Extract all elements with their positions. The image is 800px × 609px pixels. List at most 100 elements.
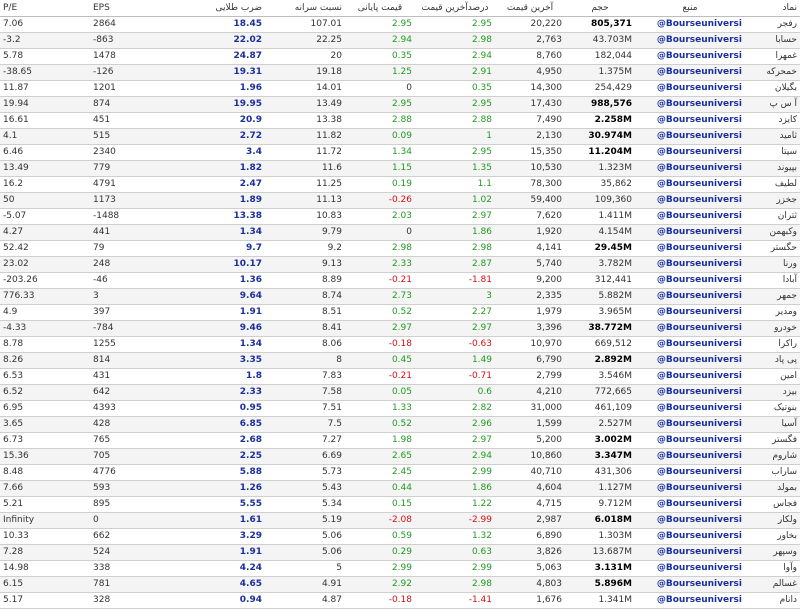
table-row[interactable]: 14.98 338 4.24 5 2.99 2.99 5,063 3.131M @Bourseu… (0, 560, 800, 577)
table-row[interactable]: 10.33 662 3.29 5.06 0.59 1.32 6,890 1.303M @Bour… (0, 528, 800, 545)
table-row[interactable]: 7.66 593 1.26 5.43 0.44 1.86 4,604 1.127M @Bours… (0, 480, 800, 497)
table-row[interactable]: 6.95 4393 0.95 7.51 1.33 2.82 31,000 461,109 @Bo… (0, 400, 800, 417)
cell-closing-price: 2.99 (345, 560, 415, 577)
cell-source: @Bourseuniversi (635, 352, 745, 369)
table-row[interactable]: 13.49 779 1.82 11.6 1.15 1.35 10,530 1.323M @Bou… (0, 160, 800, 177)
cell-closing-price: 0 (345, 80, 415, 97)
table-row[interactable]: 5.21 895 5.55 5.34 0.15 1.22 4,715 9.712M @Bours… (0, 496, 800, 513)
cell-source: @Bourseuniversi (635, 192, 745, 209)
cell-last-price-percent: 2.95 (415, 144, 495, 161)
table-row[interactable]: 19.94 874 19.95 13.49 2.95 2.95 17,430 988,576 @… (0, 96, 800, 113)
cell-last-price-percent: 2.98 (415, 240, 495, 257)
cell-pe: 8.48 (0, 464, 90, 481)
header-last-price[interactable]: آخرین قیمت (495, 0, 565, 17)
table-row[interactable]: Infinity 0 1.61 5.19 -2.08 -2.99 2,987 6.018M @B… (0, 512, 800, 529)
table-row[interactable]: 8.78 1255 1.34 8.06 -0.18 -0.63 10,970 669,512 @… (0, 336, 800, 353)
table-row[interactable]: -38.65 -126 19.31 19.18 1.25 2.91 4,950 1.375M @… (0, 64, 800, 81)
cell-symbol: آ س پ (745, 96, 800, 113)
table-row[interactable]: 16.61 451 20.9 13.38 2.88 2.88 7,490 2.258M @Bou… (0, 112, 800, 129)
cell-symbol: دانام (745, 592, 800, 609)
table-row[interactable]: 6.46 2340 3.4 11.72 1.34 2.95 15,350 11.204M @Bo… (0, 144, 800, 161)
cell-pe: 6.73 (0, 432, 90, 449)
cell-volume: 1.375M (565, 64, 635, 81)
cell-per-capita-ratio: 13.49 (265, 96, 345, 113)
table-row[interactable]: 16.2 4791 2.47 11.25 0.19 1.1 78,300 35,862 @Bou… (0, 176, 800, 193)
cell-eps: 593 (90, 480, 180, 497)
cell-eps: 779 (90, 160, 180, 177)
cell-last-price: 4,715 (495, 496, 565, 513)
cell-closing-price: -0.18 (345, 592, 415, 609)
cell-last-price-percent: 2.95 (415, 16, 495, 33)
header-pe[interactable]: P/E (0, 0, 90, 17)
table-row[interactable]: 6.53 431 1.8 7.83 -0.21 -0.71 2,799 3.546M @Bour… (0, 368, 800, 385)
cell-eps: 4791 (90, 176, 180, 193)
table-row[interactable]: 11.87 1201 1.96 14.01 0 0.35 14,300 254,429 @Bou… (0, 80, 800, 97)
cell-golden-product: 2.68 (180, 432, 265, 449)
table-row[interactable]: 15.36 705 2.25 6.69 2.65 2.94 10,860 3.347M @Bou… (0, 448, 800, 465)
table-row[interactable]: 8.48 4776 5.88 5.73 2.45 2.99 40,710 431,306 @Bo… (0, 464, 800, 481)
cell-source: @Bourseuniversi (635, 48, 745, 65)
header-volume[interactable]: حجم (565, 0, 635, 17)
cell-golden-product: 5.88 (180, 464, 265, 481)
table-row[interactable]: -5.07 -1488 13.38 10.83 2.03 2.97 7,620 1.411M @… (0, 208, 800, 225)
table-row[interactable]: 4.9 397 1.91 8.51 0.52 2.27 1,979 3.965M @Bourse… (0, 304, 800, 321)
header-per-capita-ratio[interactable]: نسبت سرانه (265, 0, 345, 17)
cell-pe: 776.33 (0, 288, 90, 305)
cell-symbol: جخزر (745, 192, 800, 209)
header-closing-price[interactable]: قیمت پایانی (345, 0, 415, 17)
cell-volume: 4.154M (565, 224, 635, 241)
table-row[interactable]: -203.26 -46 1.36 8.89 -0.21 -1.81 9,200 312,441… (0, 272, 800, 289)
cell-last-price-percent: 1.02 (415, 192, 495, 209)
cell-volume: 2.258M (565, 112, 635, 129)
cell-volume: 3.782M (565, 256, 635, 273)
cell-closing-price: 2.03 (345, 208, 415, 225)
table-row[interactable]: 6.73 765 2.68 7.27 1.98 2.97 5,200 3.002M @Bours… (0, 432, 800, 449)
cell-source: @Bourseuniversi (635, 208, 745, 225)
table-row[interactable]: 6.15 781 4.65 4.91 2.92 2.98 4,803 5.896M @Bours… (0, 576, 800, 593)
table-row[interactable]: 6.52 642 2.33 7.58 0.05 0.6 4,210 772,665 @Bours… (0, 384, 800, 401)
header-last-price-percent[interactable]: درصدآخرین قیمت (415, 0, 495, 17)
table-row[interactable]: 23.02 248 10.17 9.13 2.33 2.87 5,740 3.782M @Bou… (0, 256, 800, 273)
cell-eps: 781 (90, 576, 180, 593)
table-row[interactable]: 50 1173 1.89 11.13 -0.26 1.02 59,400 109,360 @Bo… (0, 192, 800, 209)
table-row[interactable]: 7.28 524 1.91 5.06 0.29 0.63 3,826 13.687M @Bour… (0, 544, 800, 561)
cell-volume: 3.965M (565, 304, 635, 321)
cell-pe: 4.9 (0, 304, 90, 321)
table-row[interactable]: 4.1 515 2.72 11.82 0.09 1 2,130 30.974M @Bourseu… (0, 128, 800, 145)
cell-last-price-percent: 0.35 (415, 80, 495, 97)
cell-per-capita-ratio: 10.83 (265, 208, 345, 225)
header-source[interactable]: منبع (635, 0, 745, 17)
cell-source: @Bourseuniversi (635, 288, 745, 305)
cell-symbol: فگستر (745, 432, 800, 449)
cell-last-price: 4,141 (495, 240, 565, 257)
table-row[interactable]: 4.27 441 1.34 9.79 0 1.86 1,920 4.154M @Bourseun… (0, 224, 800, 241)
table-row[interactable]: 5.78 1478 24.87 20 0.35 2.94 8,760 182,044 @Bour… (0, 48, 800, 65)
cell-symbol: ثامید (745, 128, 800, 145)
cell-eps: 79 (90, 240, 180, 257)
cell-pe: 6.53 (0, 368, 90, 385)
table-row[interactable]: -3.2 -863 22.02 22.25 2.94 2.98 2,763 43.703M @B… (0, 32, 800, 49)
table-row[interactable]: 776.33 3 9.64 8.74 2.73 3 2,335 5.882M @Bourseun… (0, 288, 800, 305)
cell-eps: 1478 (90, 48, 180, 65)
table-row[interactable]: 3.65 428 6.85 7.5 0.52 2.96 1,599 2.527M @Bourse… (0, 416, 800, 433)
table-row[interactable]: 52.42 79 9.7 9.2 2.98 2.98 4,141 29.45M @Bourseu… (0, 240, 800, 257)
table-row[interactable]: 8.26 814 3.35 8 0.45 1.49 6,790 2.892M @Bourseun… (0, 352, 800, 369)
cell-closing-price: 1.25 (345, 64, 415, 81)
header-eps[interactable]: EPS (90, 0, 180, 17)
cell-per-capita-ratio: 5.06 (265, 544, 345, 561)
header-golden-product[interactable]: ضرب طلایی (180, 0, 265, 17)
table-row[interactable]: 7.06 2864 18.45 107.01 2.95 2.95 20,220 805,371… (0, 16, 800, 33)
cell-per-capita-ratio: 5 (265, 560, 345, 577)
cell-volume: 182,044 (565, 48, 635, 65)
cell-per-capita-ratio: 9.79 (265, 224, 345, 241)
table-row[interactable]: -4.33 -784 9.46 8.41 2.97 2.97 3,396 38.772M @Bo… (0, 320, 800, 337)
cell-closing-price: 2.95 (345, 96, 415, 113)
cell-last-price-percent: -1.41 (415, 592, 495, 609)
cell-per-capita-ratio: 7.51 (265, 400, 345, 417)
table-row[interactable]: 5.17 328 0.94 4.87 -0.18 -1.41 1,676 1.341M @Bou… (0, 592, 800, 609)
cell-volume: 30.974M (565, 128, 635, 145)
cell-volume: 461,109 (565, 400, 635, 417)
header-symbol[interactable]: نماد (745, 0, 800, 17)
cell-volume: 35,862 (565, 176, 635, 193)
cell-per-capita-ratio: 8.74 (265, 288, 345, 305)
